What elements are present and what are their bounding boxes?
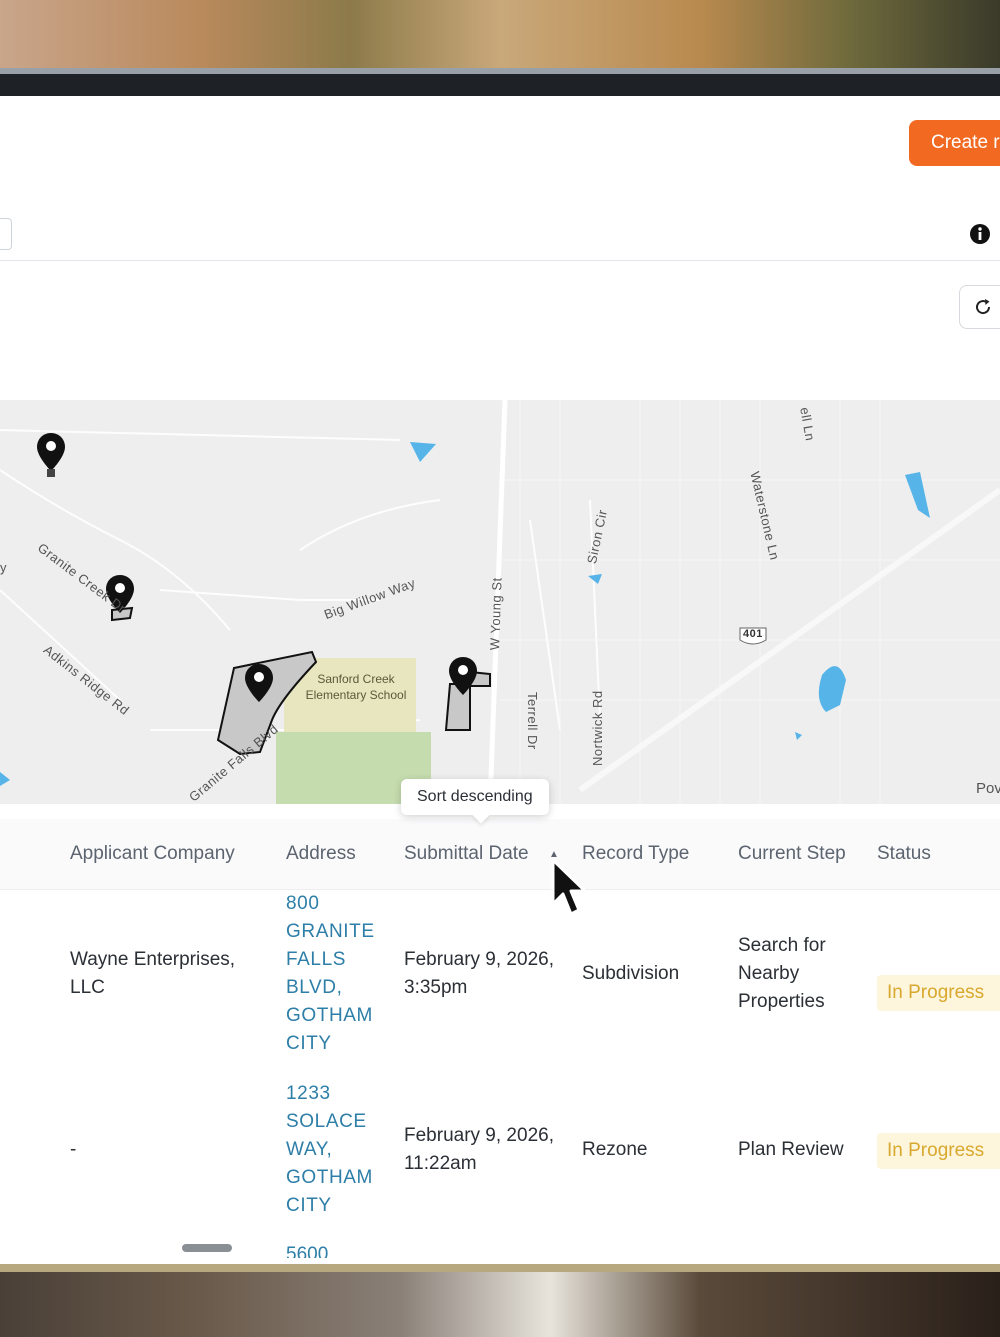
water-pond bbox=[905, 472, 930, 518]
app-screen: Create r Granite Creek Dr Big Willow Way… bbox=[0, 68, 1000, 1272]
column-header-current-step[interactable]: Current Step bbox=[738, 843, 846, 865]
water-pond bbox=[410, 442, 436, 462]
school-label: Sanford Creek Elementary School bbox=[305, 672, 407, 702]
table-row[interactable]: Wayne Enterprises, LLC 800 GRANITE FALLS… bbox=[0, 889, 1000, 1069]
water-pond bbox=[795, 732, 802, 740]
submittal-date-cell: February 9, 2026, 11:22am bbox=[404, 1125, 554, 1174]
submittal-date-cell: February 9, 2026, 3:35pm bbox=[404, 949, 554, 998]
column-header-address[interactable]: Address bbox=[286, 843, 356, 865]
map-pin-icon bbox=[37, 433, 65, 477]
create-button[interactable]: Create r bbox=[909, 120, 1000, 166]
status-badge: In Progress bbox=[877, 1133, 1000, 1169]
column-header-applicant-company[interactable]: Applicant Company bbox=[70, 843, 235, 865]
record-type-cell: Rezone bbox=[582, 1139, 648, 1160]
refresh-button[interactable] bbox=[959, 285, 1000, 329]
filter-dropdown-edge[interactable] bbox=[0, 218, 12, 250]
header-divider bbox=[0, 260, 1000, 261]
water-pond bbox=[818, 666, 846, 712]
scroll-handle[interactable] bbox=[182, 1244, 232, 1252]
table-header: Applicant Company Address Submittal Date… bbox=[0, 819, 1000, 890]
column-header-record-type[interactable]: Record Type bbox=[582, 843, 689, 865]
street-label: y bbox=[0, 560, 7, 575]
refresh-icon bbox=[976, 299, 991, 315]
window-top-bar bbox=[0, 74, 1000, 96]
street-label: Nortwick Rd bbox=[590, 690, 605, 766]
highway-label: 401 bbox=[743, 628, 763, 640]
column-header-status[interactable]: Status bbox=[877, 843, 931, 865]
current-step-cell: Search for Nearby Properties bbox=[738, 935, 826, 1012]
sort-tooltip: Sort descending bbox=[401, 779, 549, 815]
water-pond bbox=[0, 772, 10, 786]
info-icon[interactable] bbox=[969, 223, 991, 245]
applicant-company-cell: - bbox=[70, 1139, 77, 1160]
address-link[interactable]: 800 GRANITE FALLS BLVD, GOTHAM CITY bbox=[286, 890, 386, 1058]
address-link[interactable]: 1233 SOLACE WAY, GOTHAM CITY bbox=[286, 1080, 386, 1220]
map-edge-label: Pov bbox=[976, 780, 1000, 797]
street-label: W Young St bbox=[487, 577, 505, 651]
address-link[interactable]: 5600 bbox=[286, 1244, 328, 1258]
water-pond bbox=[588, 574, 602, 584]
street-label: Terrell Dr bbox=[525, 692, 540, 750]
map-view[interactable]: Granite Creek Dr Big Willow Way W Young … bbox=[0, 400, 1000, 804]
table-row[interactable]: - 1233 SOLACE WAY, GOTHAM CITY February … bbox=[0, 1079, 1000, 1229]
current-step-cell: Plan Review bbox=[738, 1139, 844, 1160]
status-badge: In Progress bbox=[877, 975, 1000, 1011]
record-type-cell: Subdivision bbox=[582, 963, 680, 984]
applicant-company-cell: Wayne Enterprises, LLC bbox=[70, 949, 236, 998]
column-header-submittal-date[interactable]: Submittal Date bbox=[404, 843, 529, 865]
mouse-cursor-icon bbox=[551, 858, 587, 916]
